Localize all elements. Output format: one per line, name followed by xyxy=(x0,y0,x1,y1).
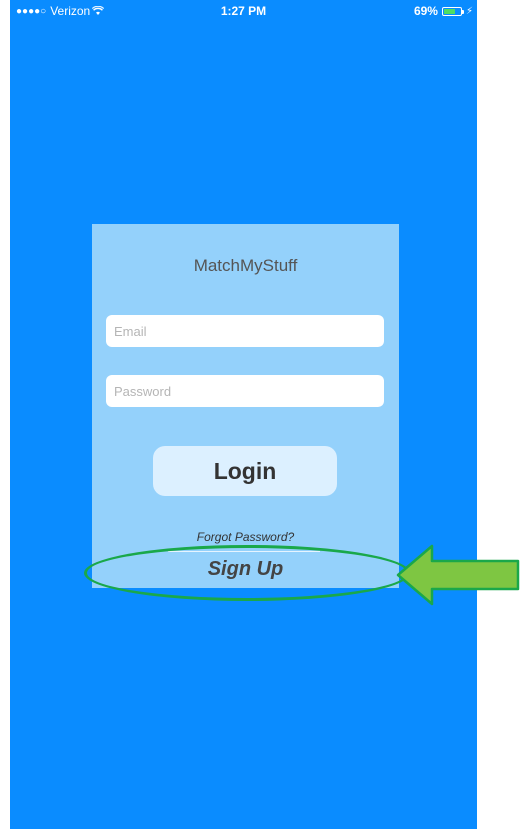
password-field[interactable] xyxy=(106,375,384,407)
phone-screen: ●●●●○ Verizon 1:27 PM 69% ⚡ MatchMyStuff… xyxy=(10,0,477,829)
sign-up-button[interactable]: Sign Up xyxy=(92,558,399,581)
battery-percent: 69% xyxy=(413,4,438,18)
charging-icon: ⚡ xyxy=(465,5,473,17)
login-button[interactable]: Login xyxy=(153,446,337,496)
login-card: MatchMyStuff Login Forgot Password? Sign… xyxy=(92,224,399,588)
status-time: 1:27 PM xyxy=(220,4,267,18)
status-bar: ●●●●○ Verizon 1:27 PM 69% ⚡ xyxy=(10,0,477,20)
forgot-password-link[interactable]: Forgot Password? xyxy=(92,530,399,544)
status-right: 69% ⚡ xyxy=(414,4,473,18)
email-field[interactable] xyxy=(106,315,384,347)
battery-level xyxy=(443,8,455,14)
app-title: MatchMyStuff xyxy=(193,256,298,275)
divider xyxy=(168,551,320,552)
battery-icon xyxy=(441,6,464,16)
